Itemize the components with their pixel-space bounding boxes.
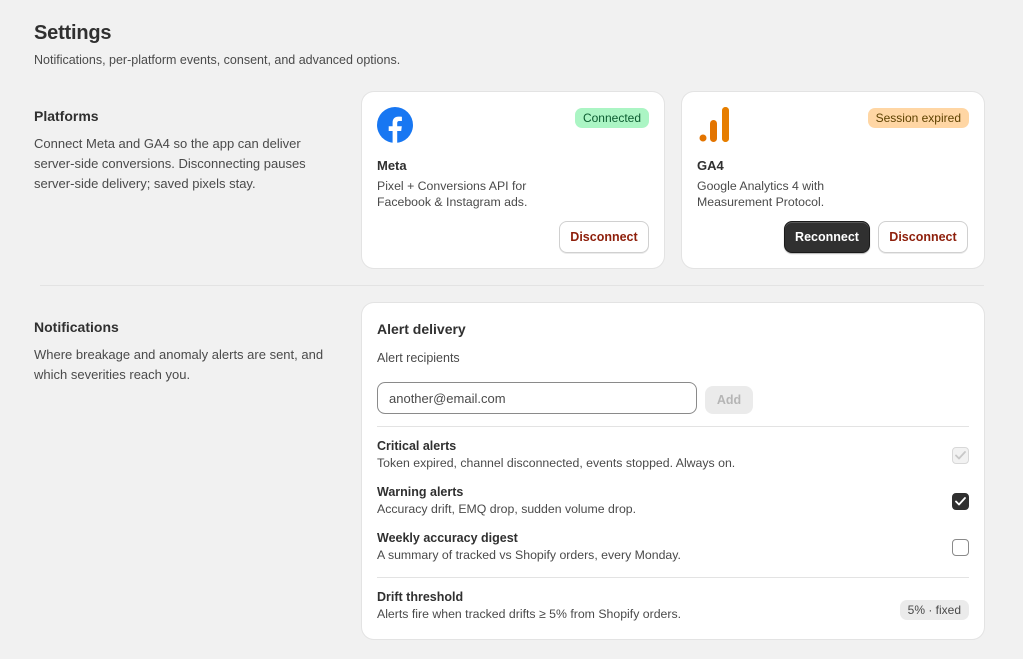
google-analytics-icon bbox=[697, 107, 733, 143]
ga4-name: GA4 bbox=[697, 158, 724, 173]
page-header: Settings Notifications, per-platform eve… bbox=[34, 22, 400, 67]
recipient-email-input[interactable] bbox=[377, 382, 697, 414]
weekly-digest-description: A summary of tracked vs Shopify orders, … bbox=[377, 548, 681, 562]
notifications-section-title: Notifications bbox=[34, 319, 119, 335]
alerts-divider bbox=[377, 426, 969, 427]
platforms-section-info: Platforms Connect Meta and GA4 so the ap… bbox=[34, 108, 334, 194]
ga4-disconnect-button[interactable]: Disconnect bbox=[878, 221, 968, 253]
critical-alerts-description: Token expired, channel disconnected, eve… bbox=[377, 456, 736, 470]
critical-alerts-checkbox[interactable] bbox=[952, 447, 969, 464]
ga4-description: Google Analytics 4 with Measurement Prot… bbox=[697, 179, 825, 209]
alert-delivery-card: Alert delivery Alert recipients Add Crit… bbox=[362, 303, 984, 639]
ga4-card: Session expired GA4 Google Analytics 4 w… bbox=[682, 92, 984, 268]
warning-alerts-checkbox[interactable] bbox=[952, 493, 969, 510]
page-title: Settings bbox=[34, 22, 112, 44]
warning-alerts-row: Warning alerts Accuracy drift, EMQ drop,… bbox=[377, 485, 969, 516]
alert-delivery-title: Alert delivery bbox=[377, 321, 466, 337]
notifications-section-description: Where breakage and anomaly alerts are se… bbox=[34, 347, 324, 382]
drift-threshold-value-badge: 5% · fixed bbox=[899, 600, 969, 620]
warning-alerts-description: Accuracy drift, EMQ drop, sudden volume … bbox=[377, 502, 637, 516]
facebook-icon bbox=[377, 107, 413, 143]
page-subtitle: Notifications, per-platform events, cons… bbox=[34, 53, 401, 67]
add-recipient-button[interactable]: Add bbox=[705, 386, 753, 414]
meta-description: Pixel + Conversions API for Facebook & I… bbox=[377, 179, 528, 209]
meta-name: Meta bbox=[377, 158, 407, 173]
warning-alerts-title: Warning alerts bbox=[377, 485, 464, 499]
weekly-digest-checkbox[interactable] bbox=[952, 539, 969, 556]
section-divider bbox=[40, 285, 984, 286]
weekly-digest-title: Weekly accuracy digest bbox=[377, 531, 518, 545]
critical-alerts-row: Critical alerts Token expired, channel d… bbox=[377, 439, 969, 470]
alert-recipients-label: Alert recipients bbox=[377, 351, 460, 365]
meta-card: Connected Meta Pixel + Conversions API f… bbox=[362, 92, 664, 268]
meta-status-badge: Connected bbox=[574, 108, 649, 128]
weekly-digest-row: Weekly accuracy digest A summary of trac… bbox=[377, 531, 969, 562]
platforms-section-description: Connect Meta and GA4 so the app can deli… bbox=[34, 136, 306, 191]
drift-threshold-row: Drift threshold Alerts fire when tracked… bbox=[377, 590, 969, 621]
ga4-status-badge: Session expired bbox=[867, 108, 969, 128]
meta-disconnect-button[interactable]: Disconnect bbox=[559, 221, 649, 253]
threshold-divider bbox=[377, 577, 969, 578]
ga4-reconnect-button[interactable]: Reconnect bbox=[784, 221, 870, 253]
critical-alerts-title: Critical alerts bbox=[377, 439, 457, 453]
drift-threshold-description: Alerts fire when tracked drifts ≥ 5% fro… bbox=[377, 607, 682, 621]
drift-threshold-title: Drift threshold bbox=[377, 590, 464, 604]
notifications-section-info: Notifications Where breakage and anomaly… bbox=[34, 319, 334, 385]
platforms-section-title: Platforms bbox=[34, 108, 99, 124]
